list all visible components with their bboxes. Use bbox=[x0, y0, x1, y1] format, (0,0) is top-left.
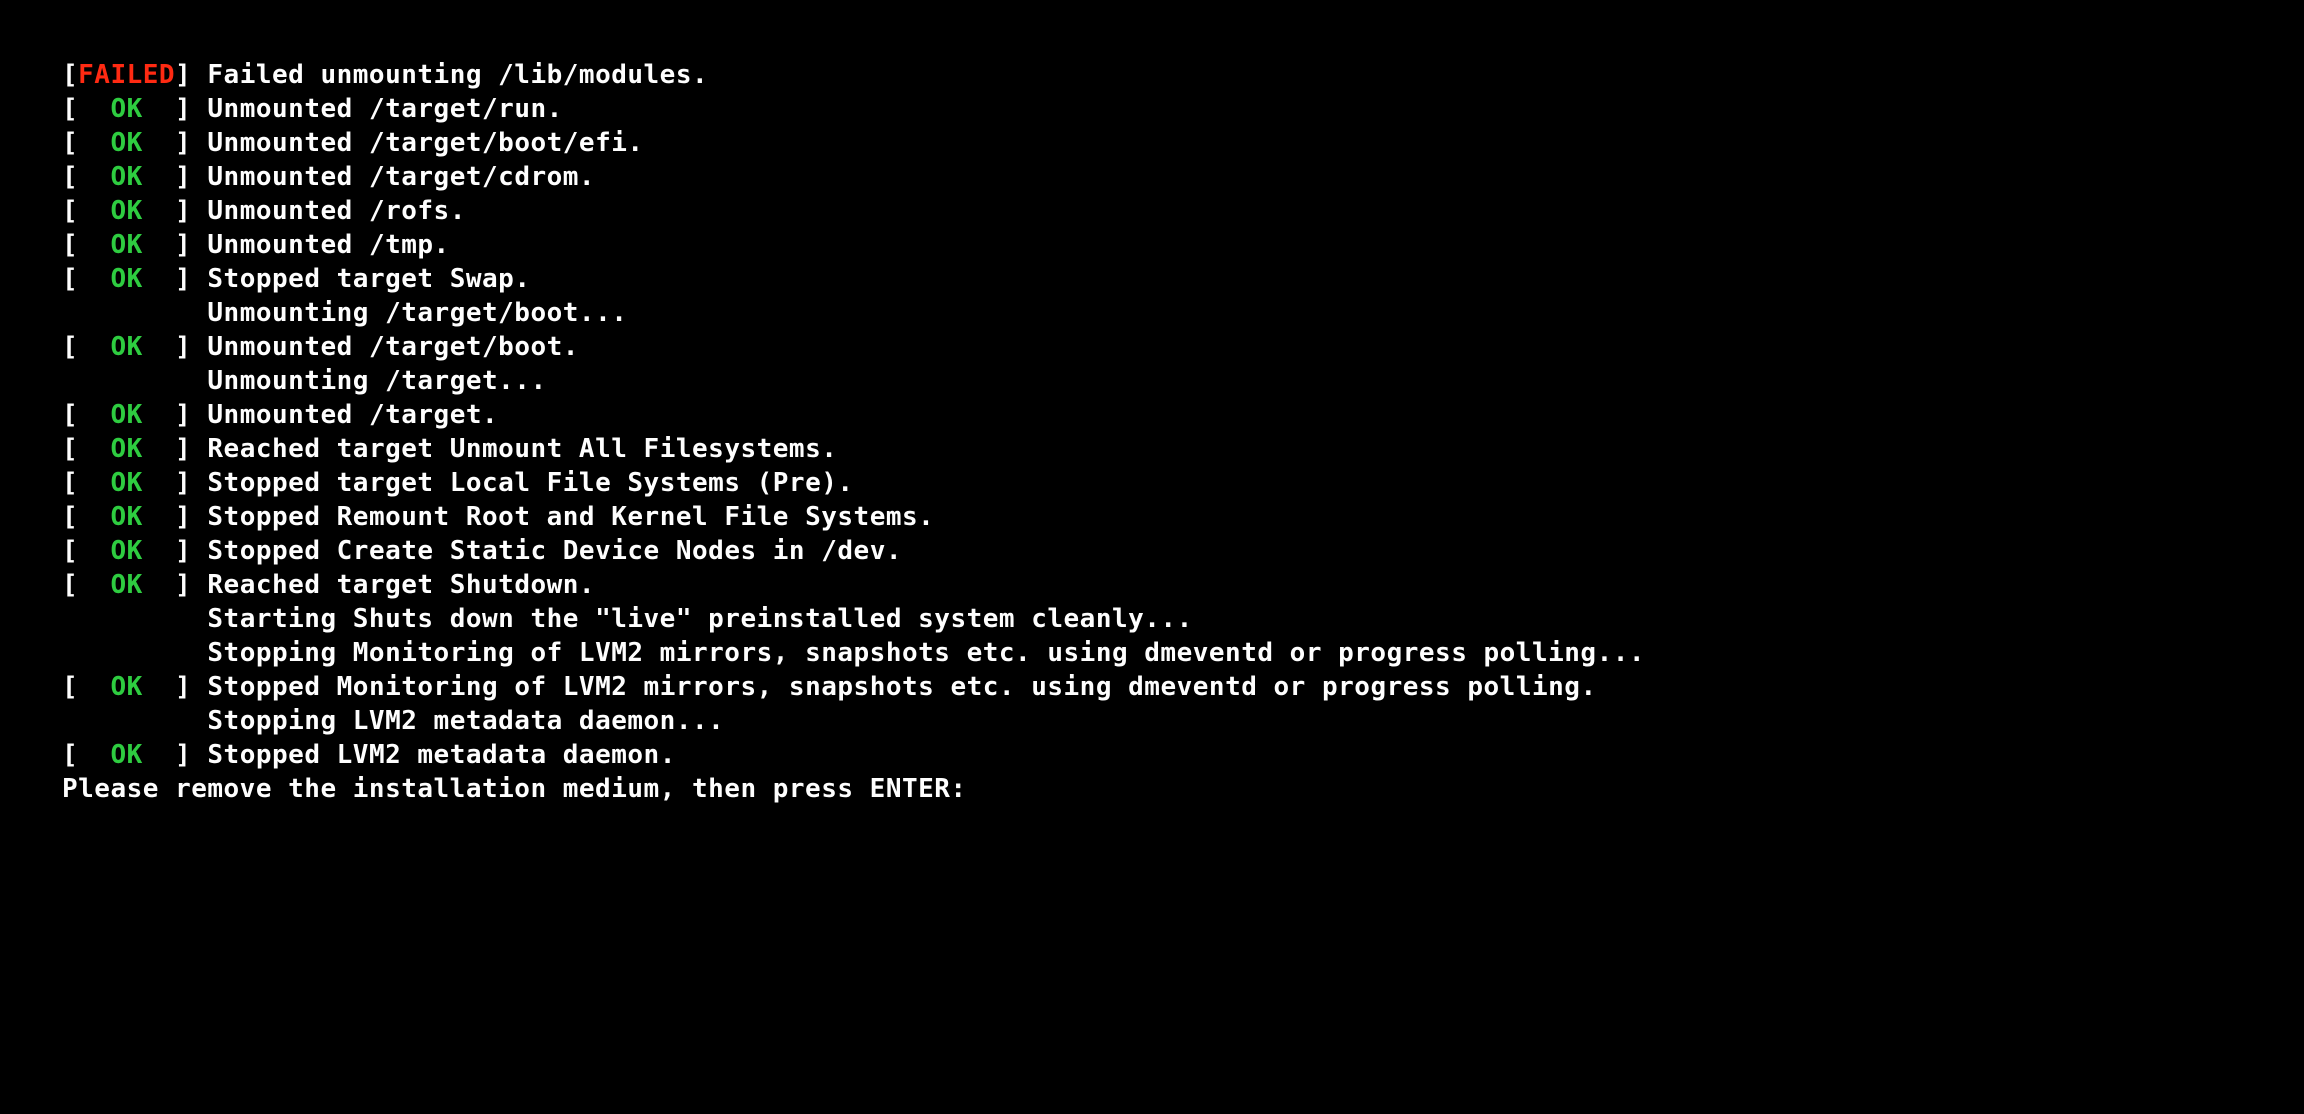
console-message: Reached target Unmount All Filesystems. bbox=[207, 434, 837, 464]
console-message: Unmounting /target/boot... bbox=[207, 298, 627, 328]
console-message: Stopped target Swap. bbox=[207, 264, 530, 294]
console-line: Unmounting /target/boot... bbox=[62, 296, 2304, 330]
console-line: [ OK ] Stopped Create Static Device Node… bbox=[62, 534, 2304, 568]
console-line: [ OK ] Stopped LVM2 metadata daemon. bbox=[62, 738, 2304, 772]
console-line: [ OK ] Stopped Remount Root and Kernel F… bbox=[62, 500, 2304, 534]
console-message: Unmounted /target/run. bbox=[207, 94, 562, 124]
console-message: Unmounted /target/boot. bbox=[207, 332, 579, 362]
console-message: Unmounted /target. bbox=[207, 400, 498, 430]
console-line: [ OK ] Stopped target Swap. bbox=[62, 262, 2304, 296]
console-message: Stopped Monitoring of LVM2 mirrors, snap… bbox=[207, 672, 1596, 702]
console-line: [ OK ] Unmounted /target/boot. bbox=[62, 330, 2304, 364]
console-message: Unmounted /tmp. bbox=[207, 230, 449, 260]
boot-console: [FAILED] Failed unmounting /lib/modules.… bbox=[0, 0, 2304, 806]
console-line: [ OK ] Unmounted /target/run. bbox=[62, 92, 2304, 126]
console-message: Starting Shuts down the "live" preinstal… bbox=[207, 604, 1192, 634]
console-line: [FAILED] Failed unmounting /lib/modules. bbox=[62, 58, 2304, 92]
console-message: Failed unmounting /lib/modules. bbox=[207, 60, 708, 90]
console-message: Stopped target Local File Systems (Pre). bbox=[207, 468, 853, 498]
console-message: Stopping LVM2 metadata daemon... bbox=[207, 706, 724, 736]
console-line: Unmounting /target... bbox=[62, 364, 2304, 398]
console-message: Unmounted /target/boot/efi. bbox=[207, 128, 643, 158]
console-line: [ OK ] Stopped target Local File Systems… bbox=[62, 466, 2304, 500]
console-line: [ OK ] Unmounted /target. bbox=[62, 398, 2304, 432]
console-prompt[interactable]: Please remove the installation medium, t… bbox=[62, 772, 2304, 806]
console-message: Unmounted /rofs. bbox=[207, 196, 465, 226]
console-line: [ OK ] Reached target Unmount All Filesy… bbox=[62, 432, 2304, 466]
console-line: Stopping LVM2 metadata daemon... bbox=[62, 704, 2304, 738]
console-line: [ OK ] Reached target Shutdown. bbox=[62, 568, 2304, 602]
console-message: Stopped Remount Root and Kernel File Sys… bbox=[207, 502, 934, 532]
console-line: [ OK ] Unmounted /tmp. bbox=[62, 228, 2304, 262]
console-message: Unmounting /target... bbox=[207, 366, 546, 396]
console-message: Unmounted /target/cdrom. bbox=[207, 162, 595, 192]
console-line: [ OK ] Unmounted /target/boot/efi. bbox=[62, 126, 2304, 160]
console-line: Stopping Monitoring of LVM2 mirrors, sna… bbox=[62, 636, 2304, 670]
console-message: Stopped Create Static Device Nodes in /d… bbox=[207, 536, 902, 566]
console-message: Stopping Monitoring of LVM2 mirrors, sna… bbox=[207, 638, 1645, 668]
console-line: [ OK ] Stopped Monitoring of LVM2 mirror… bbox=[62, 670, 2304, 704]
console-line: Starting Shuts down the "live" preinstal… bbox=[62, 602, 2304, 636]
console-message: Reached target Shutdown. bbox=[207, 570, 595, 600]
console-line: [ OK ] Unmounted /target/cdrom. bbox=[62, 160, 2304, 194]
console-line: [ OK ] Unmounted /rofs. bbox=[62, 194, 2304, 228]
console-message: Stopped LVM2 metadata daemon. bbox=[207, 740, 675, 770]
